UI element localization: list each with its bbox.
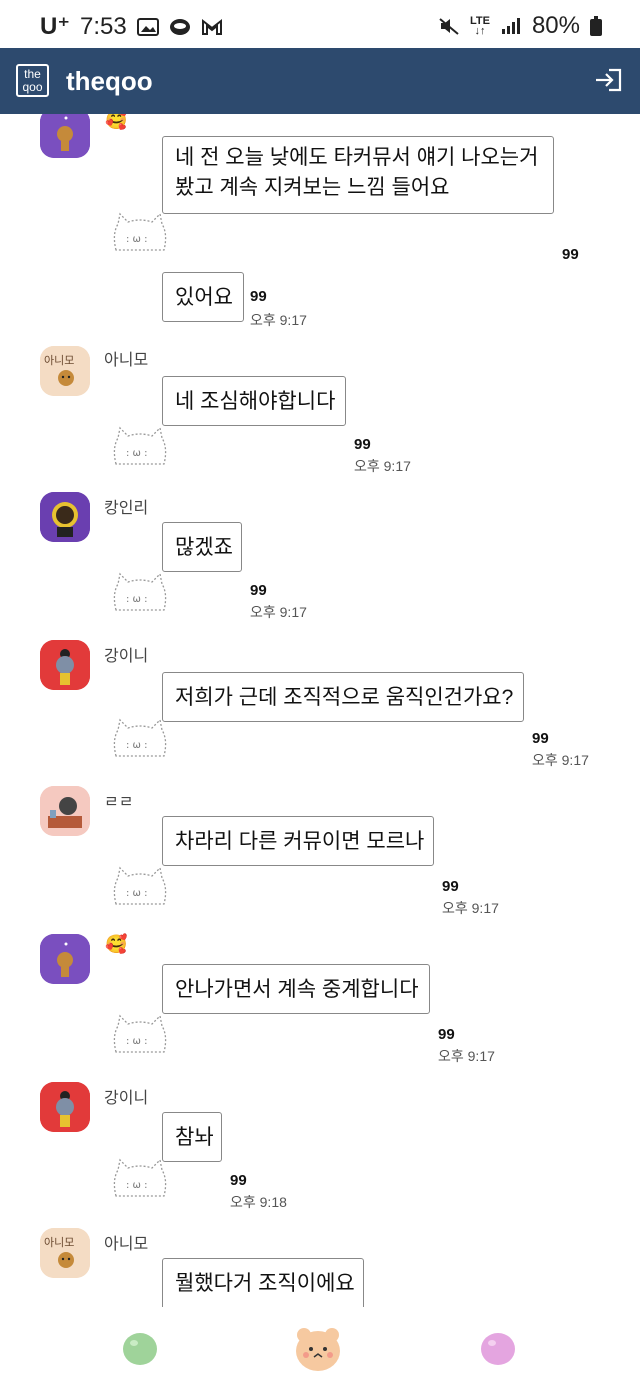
svg-text:: ω :: : ω : <box>126 234 147 245</box>
message-line: 네 조심해야합니다 <box>175 390 336 413</box>
view-count: 99 <box>250 582 267 599</box>
avatar[interactable] <box>40 640 90 690</box>
status-bar: U⁺ 7:53 LTE ↓↑ 80% <box>0 0 640 48</box>
avatar[interactable] <box>40 786 90 836</box>
message-line: 봤고 계속 지켜보는 느낌 들어요 <box>175 176 450 199</box>
view-count: 99 <box>562 246 579 263</box>
cat-sticker-icon: : ω : <box>113 1158 167 1197</box>
timestamp: 오후 9:18 <box>230 1194 287 1210</box>
avatar[interactable] <box>40 934 90 984</box>
message-bubble[interactable]: 안나가면서 계속 중계합니다 <box>162 964 430 1014</box>
carrier-label: U⁺ <box>40 13 70 40</box>
chat-thread[interactable]: 🥰 네 전 오늘 낮에도 타커뮤서 얘기 나오는거 봤고 계속 지켜보는 느낌 … <box>0 114 640 1307</box>
svg-text:: ω :: : ω : <box>126 740 147 751</box>
message-line: 있어요 <box>175 286 233 309</box>
message-bubble[interactable]: 뭘했다거 조직이에요 <box>162 1258 364 1307</box>
message-bubble[interactable]: 네 조심해야합니다 <box>162 376 346 426</box>
bear-face-icon[interactable] <box>290 1321 346 1377</box>
timestamp: 오후 9:17 <box>438 1048 495 1064</box>
view-count: 99 <box>438 1026 455 1043</box>
cat-sticker-icon: : ω : <box>113 212 167 251</box>
character-avatar-icon <box>40 1082 90 1132</box>
view-count: 99 <box>532 730 549 747</box>
message-bubble[interactable]: 네 전 오늘 낮에도 타커뮤서 얘기 나오는거 봤고 계속 지켜보는 느낌 들어… <box>162 136 554 214</box>
message-bubble[interactable]: 차라리 다른 커뮤이면 모르나 <box>162 816 434 866</box>
nickname: 강이니 <box>104 1090 149 1107</box>
message-bubble[interactable]: 있어요 <box>162 272 244 322</box>
cat-sticker-icon: : ω : <box>113 572 167 611</box>
svg-text:: ω :: : ω : <box>126 1036 147 1047</box>
bottom-nav <box>0 1307 640 1387</box>
character-avatar-icon: 아니모 <box>40 346 90 396</box>
avatar[interactable] <box>40 492 90 542</box>
gallery-icon <box>136 17 159 36</box>
message-line: 저희가 근데 조직적으로 움직인건가요? <box>175 686 514 709</box>
svg-text:아니모: 아니모 <box>44 1236 74 1249</box>
message-line: 안나가면서 계속 중계합니다 <box>175 978 419 1001</box>
gmail-icon <box>201 18 222 35</box>
character-avatar-icon <box>40 492 90 542</box>
message-line: 참놔 <box>175 1126 214 1149</box>
view-count: 99 <box>442 878 459 895</box>
character-avatar-icon <box>40 786 90 836</box>
clock: 7:53 <box>80 12 127 40</box>
green-bean-icon[interactable] <box>112 1321 168 1377</box>
chat-app-icon <box>169 18 190 35</box>
avatar[interactable] <box>40 1082 90 1132</box>
battery-percent: 80% <box>531 12 580 39</box>
svg-text:: ω :: : ω : <box>126 448 147 459</box>
message-bubble[interactable]: 많겠죠 <box>162 522 242 572</box>
character-avatar-icon <box>40 114 90 158</box>
nickname: 강이니 <box>104 648 149 665</box>
message-bubble[interactable]: 저희가 근데 조직적으로 움직인건가요? <box>162 672 524 722</box>
login-icon[interactable] <box>594 68 622 92</box>
svg-text:아니모: 아니모 <box>44 354 74 367</box>
view-count: 99 <box>354 436 371 453</box>
cat-sticker-icon: : ω : <box>113 426 167 465</box>
app-header: the qoo theqoo <box>0 48 640 114</box>
svg-text:: ω :: : ω : <box>126 888 147 899</box>
timestamp: 오후 9:17 <box>354 458 411 474</box>
timestamp: 오후 9:17 <box>442 900 499 916</box>
cat-sticker-icon: : ω : <box>113 866 167 905</box>
avatar[interactable]: 아니모 <box>40 1228 90 1278</box>
lte-label: LTE <box>469 15 490 27</box>
character-avatar-icon <box>40 640 90 690</box>
app-title[interactable]: theqoo <box>66 66 153 97</box>
nickname: 아니모 <box>104 1236 149 1253</box>
reaction-emoji: 🥰 <box>105 114 128 130</box>
battery-icon <box>590 16 602 36</box>
status-left: U⁺ 7:53 <box>40 12 223 41</box>
view-count: 99 <box>230 1172 247 1189</box>
cat-sticker-icon: : ω : <box>113 1014 167 1053</box>
message-line: 차라리 다른 커뮤이면 모르나 <box>175 830 425 853</box>
app-logo[interactable]: the qoo <box>16 64 49 97</box>
nickname: ㄹㄹ <box>104 794 134 811</box>
status-right: LTE ↓↑ 80% <box>438 12 602 40</box>
avatar[interactable] <box>40 114 90 158</box>
timestamp: 오후 9:17 <box>532 752 589 768</box>
logo-line2: qoo <box>22 80 43 94</box>
character-avatar-icon <box>40 934 90 984</box>
message-bubble[interactable]: 참놔 <box>162 1112 222 1162</box>
avatar[interactable]: 아니모 <box>40 346 90 396</box>
nickname: 캉인리 <box>104 500 149 517</box>
pink-bean-icon[interactable] <box>470 1321 526 1377</box>
view-count: 99 <box>250 288 267 305</box>
svg-text:: ω :: : ω : <box>126 594 147 605</box>
mute-icon <box>439 18 459 35</box>
timestamp: 오후 9:17 <box>250 604 307 620</box>
reaction-emoji: 🥰 <box>105 934 128 954</box>
svg-text:: ω :: : ω : <box>126 1180 147 1191</box>
nickname: 아니모 <box>104 352 149 369</box>
message-line: 많겠죠 <box>175 536 233 559</box>
message-line: 네 전 오늘 낮에도 타커뮤서 얘기 나오는거 <box>175 146 539 169</box>
timestamp: 오후 9:17 <box>250 312 307 328</box>
cat-sticker-icon: : ω : <box>113 718 167 757</box>
character-avatar-icon: 아니모 <box>40 1228 90 1278</box>
lte-indicator: LTE ↓↑ <box>469 15 490 37</box>
signal-icon <box>501 18 520 34</box>
message-line: 뭘했다거 조직이에요 <box>175 1272 355 1295</box>
